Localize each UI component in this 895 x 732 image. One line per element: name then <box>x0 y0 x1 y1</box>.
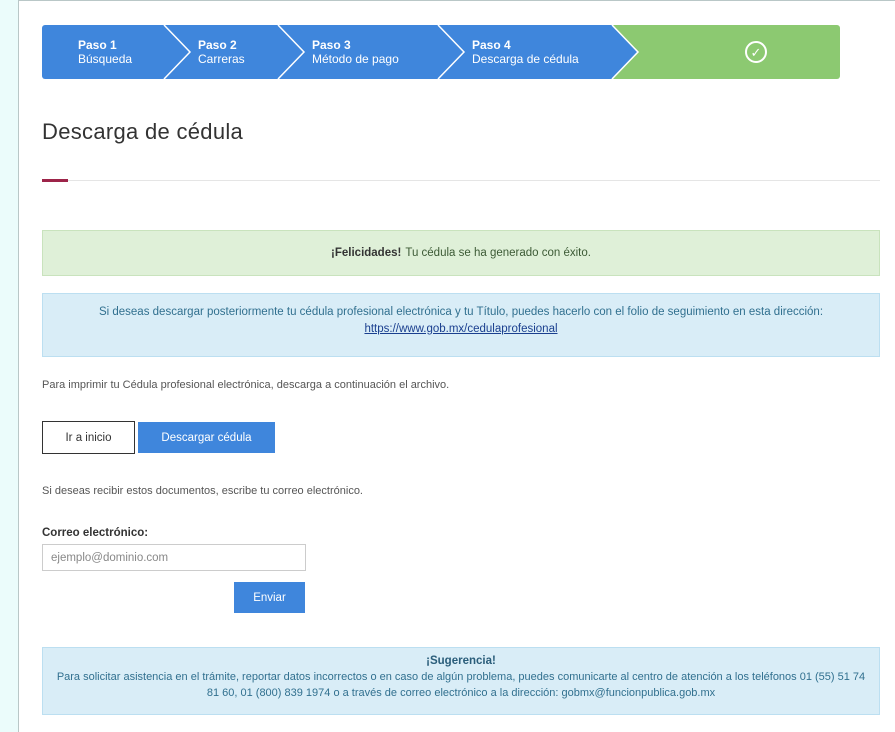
info-alert: Si deseas descargar posteriormente tu cé… <box>42 293 880 357</box>
print-instructions: Para imprimir tu Cédula profesional elec… <box>42 379 450 391</box>
cedula-profesional-link[interactable]: https://www.gob.mx/cedulaprofesional <box>364 323 557 335</box>
chevron-separator-icon <box>610 25 640 79</box>
success-alert-strong: ¡Felicidades! <box>331 247 402 259</box>
title-divider <box>42 180 880 181</box>
step-3-number: Paso 3 <box>312 38 351 52</box>
email-instructions: Si deseas recibir estos documentos, escr… <box>42 485 363 497</box>
suggestion-alert: ¡Sugerencia! Para solicitar asistencia e… <box>42 647 880 715</box>
chevron-separator-icon <box>162 25 192 79</box>
progress-stepper: Paso 1 Búsqueda Paso 2 Carreras Paso 3 M… <box>42 25 840 79</box>
chevron-separator-icon <box>436 25 466 79</box>
step-1-label: Búsqueda <box>78 52 133 66</box>
step-complete: ✓ <box>612 25 840 79</box>
page-title: Descarga de cédula <box>42 119 244 144</box>
page-container: Paso 1 Búsqueda Paso 2 Carreras Paso 3 M… <box>18 0 895 732</box>
email-label: Correo electrónico: <box>42 527 149 539</box>
chevron-separator-icon <box>276 25 306 79</box>
email-input[interactable] <box>42 544 306 571</box>
step-4-number: Paso 4 <box>472 38 511 52</box>
home-button[interactable]: Ir a inicio <box>42 421 135 454</box>
suggestion-title: ¡Sugerencia! <box>426 655 496 667</box>
title-accent-bar <box>42 179 68 182</box>
send-button[interactable]: Enviar <box>234 582 305 613</box>
step-3-label: Método de pago <box>312 52 399 66</box>
success-alert-text: Tu cédula se ha generado con éxito. <box>405 247 591 259</box>
info-alert-text: Si deseas descargar posteriormente tu cé… <box>98 306 824 318</box>
step-1: Paso 1 Búsqueda <box>42 25 192 79</box>
check-circle-icon: ✓ <box>745 41 767 63</box>
step-2-label: Carreras <box>198 52 245 66</box>
step-4-label: Descarga de cédula <box>472 52 579 66</box>
step-2-number: Paso 2 <box>198 38 237 52</box>
suggestion-text: Para solicitar asistencia en el trámite,… <box>56 671 866 699</box>
download-cedula-button[interactable]: Descargar cédula <box>138 422 275 453</box>
success-alert: ¡Felicidades! Tu cédula se ha generado c… <box>42 230 880 276</box>
step-1-number: Paso 1 <box>78 38 117 52</box>
